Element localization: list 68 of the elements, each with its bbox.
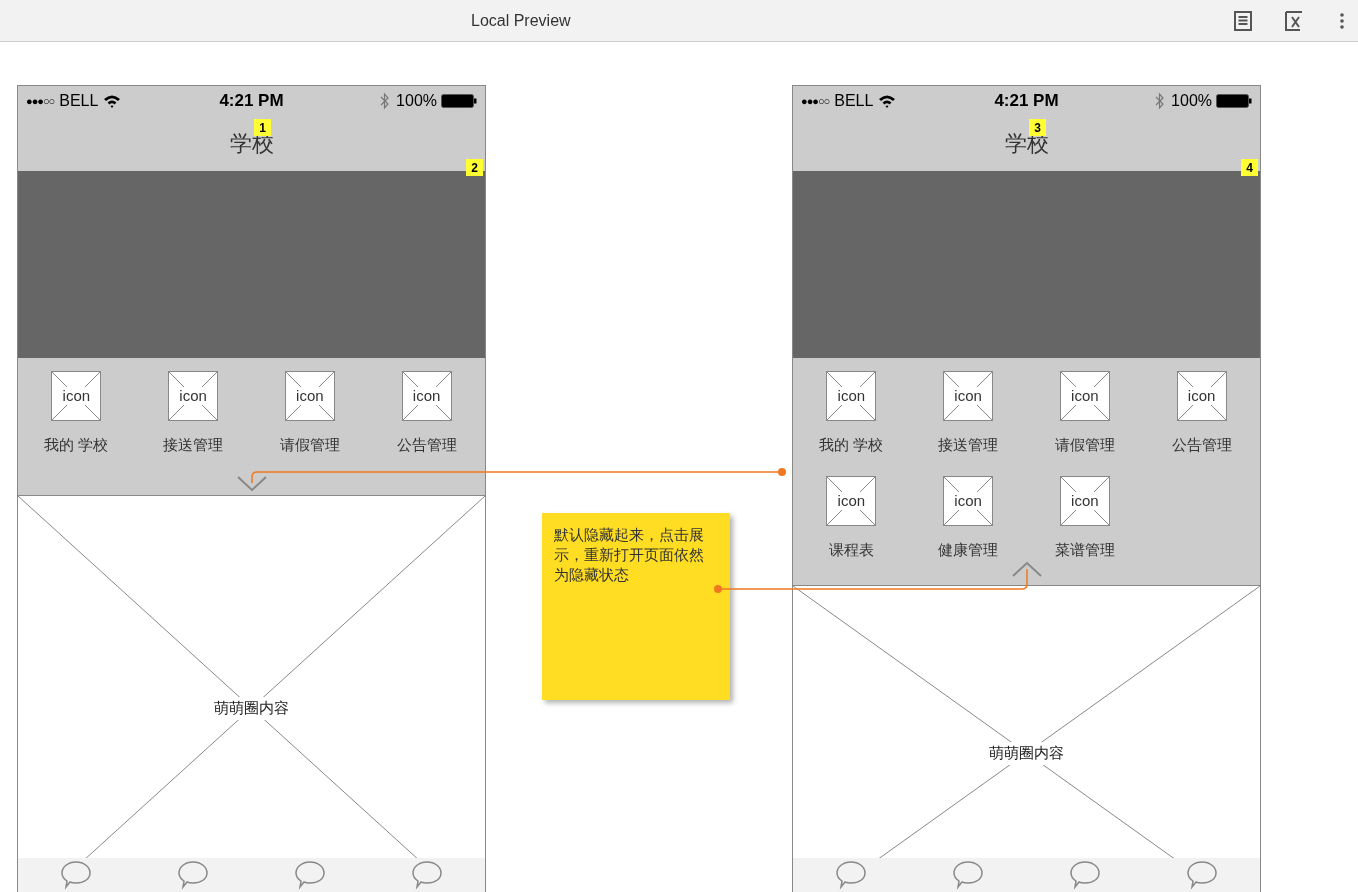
bluetooth-icon [380,92,391,110]
battery-icon [1216,94,1252,108]
icon-placeholder[interactable]: icon [826,476,877,526]
annotation-marker: 1 [254,119,271,136]
icon-placeholder[interactable]: icon [1176,371,1227,421]
placeholder-label: icon [953,387,983,405]
annotation-marker: 3 [1029,119,1046,136]
icon-placeholder[interactable]: icon [943,371,994,421]
content-label: 萌萌圈内容 [986,741,1067,765]
annotation-marker: 2 [466,159,483,176]
menu-label[interactable]: 公告管理 [396,435,457,455]
bluetooth-icon [1155,92,1166,110]
chat-icon[interactable] [1068,860,1101,890]
chat-icon[interactable] [177,860,210,890]
chat-icon[interactable] [835,860,868,890]
placeholder-label: icon [1070,387,1100,405]
variable-icon[interactable] [1284,10,1304,31]
icon-placeholder[interactable]: icon [826,371,877,421]
wifi-icon [103,94,122,108]
chat-icon[interactable] [952,860,985,890]
icon-placeholder[interactable]: icon [51,371,102,421]
note-text: 默认隐藏起来，点击展示，重新打开页面依然为隐藏状态 [554,525,705,585]
placeholder-label: icon [295,387,325,405]
carrier-name: BELL [59,92,99,110]
wifi-icon [878,94,897,108]
chevron-up-icon[interactable] [1011,561,1042,578]
icon-placeholder[interactable]: icon [284,371,335,421]
placeholder-label: icon [411,387,442,405]
menu-label[interactable]: 公告管理 [1171,435,1232,455]
document-icon[interactable] [1234,10,1252,31]
icon-placeholder[interactable]: icon [1059,476,1110,526]
battery-level: 100% [396,92,437,110]
menu-label[interactable]: 我的 学校 [819,435,884,455]
chat-icon[interactable] [1185,860,1218,890]
placeholder-label: icon [1070,492,1100,510]
carrier-name: BELL [834,92,874,110]
menu-label[interactable]: 请假管理 [279,435,340,455]
placeholder-label: icon [836,387,867,405]
menu-label[interactable]: 菜谱管理 [1054,540,1115,560]
chat-icon[interactable] [410,860,443,890]
more-icon[interactable] [1340,12,1344,29]
placeholder-label: icon [178,387,208,405]
signal-strength: ●●●○○ [26,95,55,107]
menu-label[interactable]: 健康管理 [938,540,999,560]
placeholder-label: icon [836,492,867,510]
icon-placeholder[interactable]: icon [401,371,452,421]
battery-level: 100% [1171,92,1212,110]
battery-icon [441,94,477,108]
chevron-down-icon[interactable] [236,475,267,492]
preview-title: Local Preview [471,11,571,30]
signal-strength: ●●●○○ [801,95,830,107]
menu-label[interactable]: 我的 学校 [44,435,109,455]
chat-icon[interactable] [293,860,326,890]
placeholder-label: icon [1186,387,1217,405]
content-label: 萌萌圈内容 [211,696,292,720]
menu-label[interactable]: 请假管理 [1054,435,1115,455]
icon-placeholder[interactable]: icon [1059,371,1110,421]
placeholder-label: icon [61,387,92,405]
status-time: 4:21 PM [993,91,1060,111]
status-time: 4:21 PM [218,91,285,111]
placeholder-label: icon [953,492,983,510]
menu-label[interactable]: 接送管理 [163,435,224,455]
menu-label[interactable]: 接送管理 [938,435,999,455]
annotation-marker: 4 [1241,159,1258,176]
chat-icon[interactable] [60,860,93,890]
menu-label[interactable]: 课程表 [828,540,874,560]
icon-placeholder[interactable]: icon [943,476,994,526]
icon-placeholder[interactable]: icon [168,371,219,421]
